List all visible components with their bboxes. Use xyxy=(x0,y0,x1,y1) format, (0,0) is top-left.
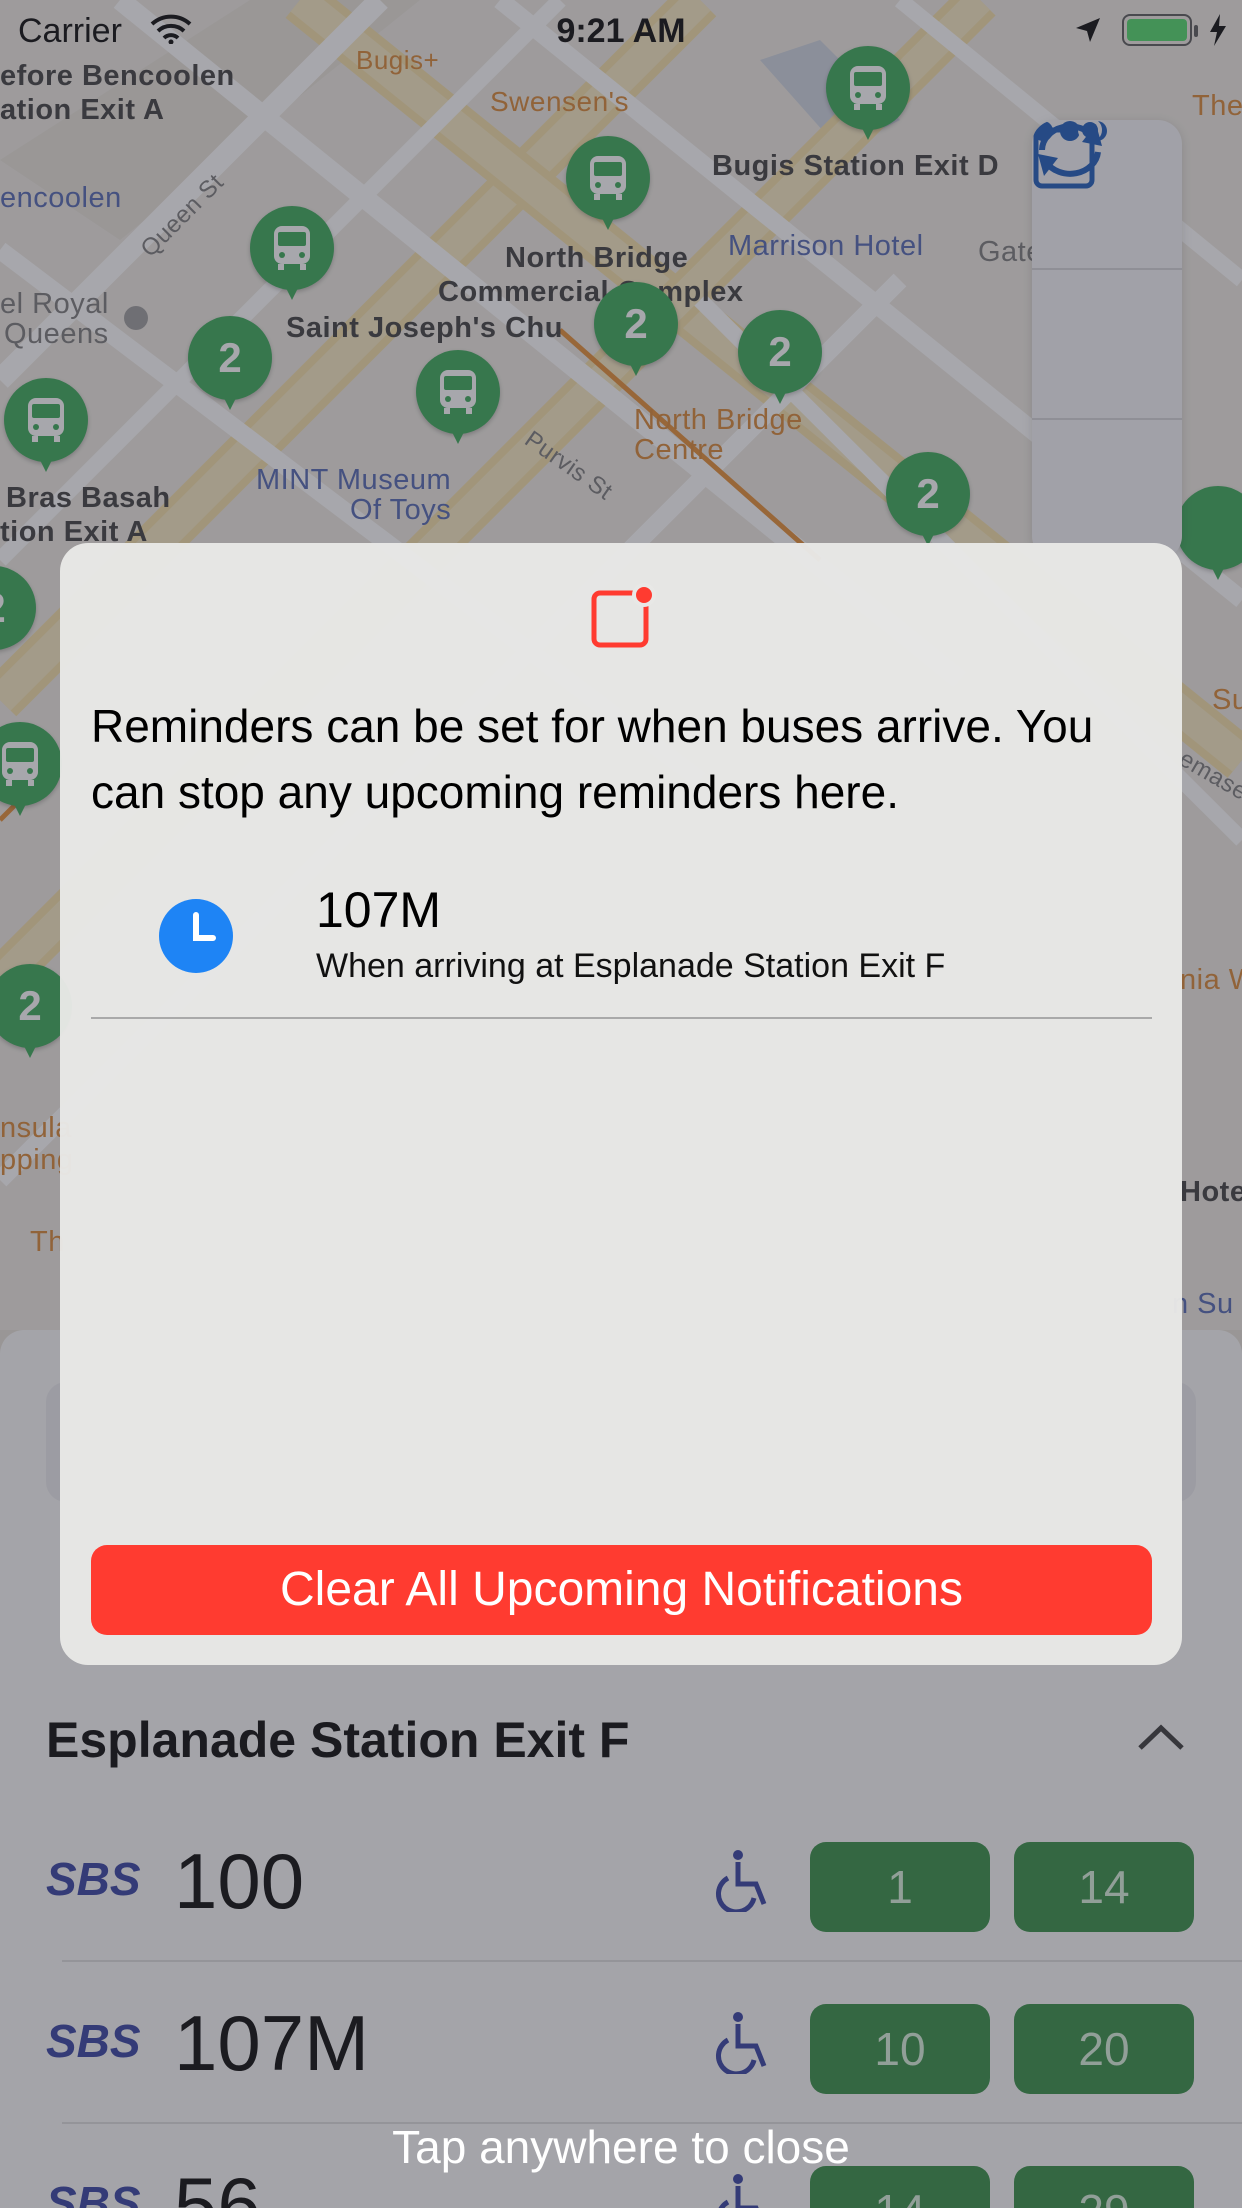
reminder-detail: When arriving at Esplanade Station Exit … xyxy=(316,947,946,985)
reminder-item[interactable]: 107M When arriving at Esplanade Station … xyxy=(91,863,1152,1019)
clear-all-notifications-button[interactable]: Clear All Upcoming Notifications xyxy=(91,1545,1152,1635)
reminder-service: 107M xyxy=(316,882,442,938)
notification-badge-icon xyxy=(591,583,656,648)
clock-icon xyxy=(159,899,233,973)
reminder-divider xyxy=(91,1017,1152,1019)
reminders-modal: Reminders can be set for when buses arri… xyxy=(60,543,1182,1665)
reminders-intro-text: Reminders can be set for when buses arri… xyxy=(91,700,1094,818)
tap-to-close-hint: Tap anywhere to close xyxy=(392,2121,850,2173)
